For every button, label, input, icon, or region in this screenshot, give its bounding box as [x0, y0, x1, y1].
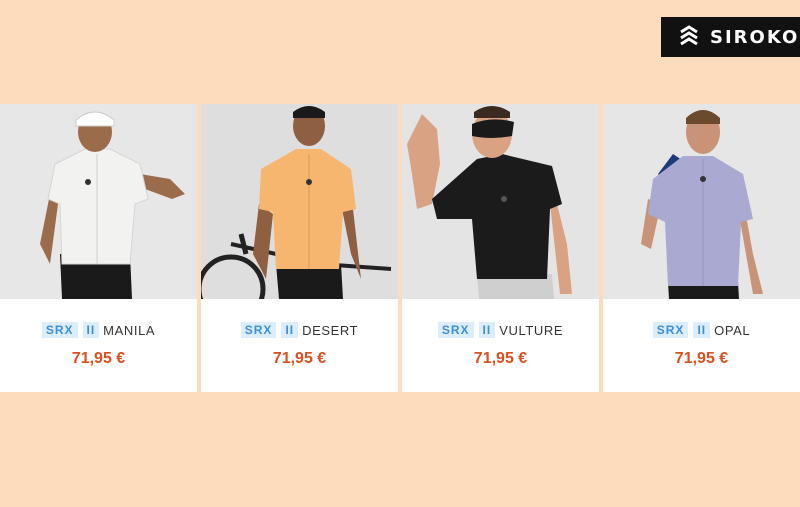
product-image[interactable]	[0, 104, 197, 299]
product-image[interactable]	[402, 104, 599, 299]
brand-name: SIROKO	[710, 26, 800, 48]
product-line-tag: SRX	[652, 322, 689, 338]
product-card-opal[interactable]: SRX II OPAL 71,95 €	[603, 104, 800, 392]
product-line-tag: SRX	[41, 322, 78, 338]
product-name[interactable]: SRX II OPAL	[652, 322, 751, 338]
product-line-tag: SRX	[437, 322, 474, 338]
siroko-logo-icon	[677, 25, 701, 49]
siroko-logo[interactable]: SIROKO	[661, 17, 800, 57]
product-grid: SRX II MANILA 71,95 € SRX II DESERT 71,9…	[0, 104, 800, 392]
product-model: OPAL	[714, 322, 751, 338]
product-price: 71,95 €	[71, 350, 126, 367]
product-info: SRX II OPAL 71,95 €	[603, 299, 800, 392]
product-series-tag: II	[478, 322, 496, 338]
product-name[interactable]: SRX II VULTURE	[437, 322, 564, 338]
product-price: 71,95 €	[674, 350, 729, 367]
product-card-desert[interactable]: SRX II DESERT 71,95 €	[201, 104, 398, 392]
product-name[interactable]: SRX II DESERT	[240, 322, 359, 338]
product-info: SRX II VULTURE 71,95 €	[402, 299, 599, 392]
product-line-tag: SRX	[240, 322, 277, 338]
product-model: MANILA	[103, 322, 156, 338]
product-series-tag: II	[82, 322, 100, 338]
product-card-vulture[interactable]: SRX II VULTURE 71,95 €	[402, 104, 599, 392]
product-image[interactable]	[201, 104, 398, 299]
product-card-manila[interactable]: SRX II MANILA 71,95 €	[0, 104, 197, 392]
product-image[interactable]	[603, 104, 800, 299]
product-price: 71,95 €	[473, 350, 528, 367]
product-model: DESERT	[302, 322, 359, 338]
product-series-tag: II	[281, 322, 299, 338]
product-price: 71,95 €	[272, 350, 327, 367]
product-info: SRX II DESERT 71,95 €	[201, 299, 398, 392]
product-series-tag: II	[693, 322, 711, 338]
product-model: VULTURE	[499, 322, 564, 338]
product-info: SRX II MANILA 71,95 €	[0, 299, 197, 392]
product-name[interactable]: SRX II MANILA	[41, 322, 156, 338]
